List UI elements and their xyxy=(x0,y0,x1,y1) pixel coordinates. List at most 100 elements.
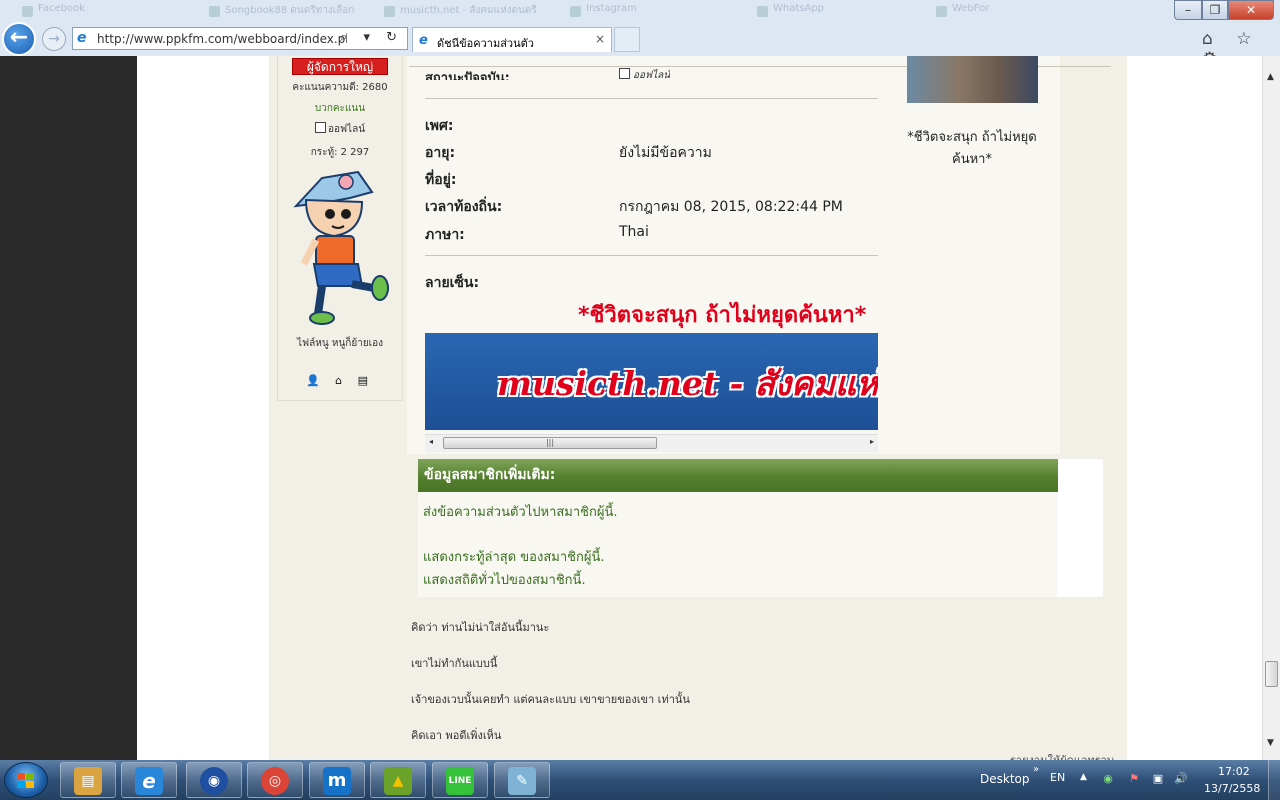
additional-info-header: ข้อมูลสมาชิกเพิ่มเติม: xyxy=(418,459,1058,492)
chrome-icon: ◎ xyxy=(261,767,289,795)
taskbar-notepad[interactable]: ✎ xyxy=(494,762,550,798)
taskbar-file-explorer[interactable]: ▤ xyxy=(60,762,116,798)
field-label-local-time: เวลาท้องถิ่น: xyxy=(425,199,503,215)
scroll-up-arrow-icon[interactable]: ▲ xyxy=(1267,72,1274,82)
start-button[interactable] xyxy=(4,762,48,798)
taskbar-line[interactable]: LINE xyxy=(432,762,488,798)
minimize-button[interactable]: – xyxy=(1174,0,1202,20)
scroll-left-arrow-icon[interactable]: ◂ xyxy=(429,437,433,446)
post-count: กระทู้: 2 297 xyxy=(310,147,370,158)
user-blurb: ไฟล์หนู หนูก็ย้ายเอง xyxy=(297,338,383,349)
browser-chrome: Facebook Songbook88 ดนตรีทางเลือก musict… xyxy=(0,0,1280,69)
tab-active[interactable]: e ดัชนีข้อความส่วนตัว × xyxy=(412,27,612,52)
taskbar-firefox[interactable]: ◉ xyxy=(186,762,242,798)
clock-date[interactable]: 13/7/2558 xyxy=(1204,782,1260,795)
field-value-language: Thai xyxy=(619,224,649,240)
background-tab-strip: Facebook Songbook88 ดนตรีทางเลือก musict… xyxy=(0,0,1170,22)
user-sidebar: ผู้จัดการใหญ่ คะแนนความดี: 2680 บวกคะแนน… xyxy=(277,56,403,401)
role-badge: ผู้จัดการใหญ่ xyxy=(292,58,388,75)
clock-time[interactable]: 17:02 xyxy=(1218,765,1250,778)
report-link[interactable]: รายงานให้ผู้ดูแลทราบ xyxy=(1010,751,1114,760)
maximize-button[interactable]: ❐ xyxy=(1202,0,1228,20)
profile-photo xyxy=(907,56,1038,103)
taskbar-internet-explorer[interactable]: e xyxy=(121,762,177,798)
background-tab[interactable]: musicth.net - สังคมแห่งดนตรี xyxy=(380,3,560,20)
post-text-line: เขาไม่ทำกันแบบนี้ xyxy=(411,657,498,670)
ie-icon: e xyxy=(135,767,163,795)
tab-favicon xyxy=(22,6,33,17)
show-desktop-button[interactable] xyxy=(1268,760,1280,800)
send-pm-link[interactable]: ส่งข้อความส่วนตัวไปหาสมาชิกผู้นี้. xyxy=(423,501,618,522)
additional-info-gutter xyxy=(1058,459,1103,597)
network-icon[interactable]: ▣ xyxy=(1151,772,1165,786)
signature-horizontal-scrollbar[interactable]: ◂ ||| ▸ xyxy=(425,434,878,452)
close-tab-icon[interactable]: × xyxy=(595,32,605,46)
profile-home-pm-icons[interactable]: 👤 ⌂ ▤ xyxy=(278,374,402,387)
user-stats-link[interactable]: แสดงสถิติทั่วไปของสมาชิกนี้. xyxy=(423,569,586,590)
field-value-age: ยังไม่มีข้อความ xyxy=(619,145,712,161)
divider xyxy=(425,98,878,99)
post-text-line: เจ้าของเวบนั้นเคยทำ แต่คนละแบบ เขาขายของ… xyxy=(411,693,690,706)
field-label-language: ภาษา: xyxy=(425,227,465,243)
scroll-thumb[interactable] xyxy=(1265,661,1278,687)
field-label-gender: เพศ: xyxy=(425,118,454,134)
address-bar[interactable]: e http://www.ppkfm.com/webboard/index.ph… xyxy=(72,27,408,50)
background-tab[interactable]: Facebook xyxy=(18,3,188,20)
back-button[interactable]: ← xyxy=(2,22,36,56)
tab-favicon xyxy=(209,6,220,17)
taskbar-chrome[interactable]: ◎ xyxy=(247,762,303,798)
field-label-location: ที่อยู่: xyxy=(425,172,457,188)
folder-icon: ▤ xyxy=(74,767,102,795)
personal-text: *ชีวิตจะสนุก ถ้าไม่หยุดค้นหา* xyxy=(907,130,1037,167)
close-window-button[interactable]: ✕ xyxy=(1228,0,1274,20)
latest-posts-link[interactable]: แสดงกระทู้ล่าสุด ของสมาชิกผู้นี้. xyxy=(423,546,604,567)
status-checkbox-icon xyxy=(619,68,630,79)
scroll-right-arrow-icon[interactable]: ▸ xyxy=(870,437,874,446)
post-text-line: คิดเอา พอดีเพิ่งเห็น xyxy=(411,729,502,742)
ie-page-icon: e xyxy=(77,30,87,46)
tab-favicon xyxy=(570,6,581,17)
signature-label: ลายเซ็น: xyxy=(425,275,480,291)
karma-text: คะแนนความดี: 2680 xyxy=(292,82,388,93)
desktop-toolbar-label[interactable]: Desktop xyxy=(980,772,1030,786)
toolbar-chevron-icon[interactable]: » xyxy=(1033,764,1039,775)
tray-app-icon[interactable]: ◉ xyxy=(1101,772,1115,786)
online-status: ออฟไลน์ xyxy=(278,122,402,137)
tab-title: ดัชนีข้อความส่วนตัว xyxy=(437,37,534,50)
page-vertical-scrollbar[interactable]: ▲ ▼ xyxy=(1262,56,1280,760)
background-tab[interactable]: Songbook88 ดนตรีทางเลือก xyxy=(205,3,375,20)
web-page: ผู้จัดการใหญ่ คะแนนความดี: 2680 บวกคะแนน… xyxy=(0,56,1262,760)
background-tab[interactable]: WebFor xyxy=(932,3,1102,20)
notepad-icon: ✎ xyxy=(508,767,536,795)
scroll-thumb[interactable]: ||| xyxy=(443,437,657,449)
background-tab[interactable]: Instagram xyxy=(566,3,736,20)
post-text-line: คิดว่า ท่านไม่น่าใส่อันนี้มานะ xyxy=(411,621,550,634)
volume-icon[interactable]: 🔊 xyxy=(1174,772,1188,786)
background-tab[interactable]: WhatsApp xyxy=(753,3,923,20)
firefox-icon: ◉ xyxy=(200,767,228,795)
new-tab-button[interactable] xyxy=(614,27,640,52)
field-label-age: อายุ: xyxy=(425,145,456,161)
forward-button[interactable]: → xyxy=(42,27,66,51)
tab-favicon xyxy=(757,6,768,17)
navigator-icon: ▲ xyxy=(384,767,412,795)
show-hidden-icons-icon[interactable]: ▲ xyxy=(1080,772,1087,782)
scroll-down-arrow-icon[interactable]: ▼ xyxy=(1267,738,1274,748)
taskbar-navigator[interactable]: ▲ xyxy=(370,762,426,798)
line-icon: LINE xyxy=(446,767,474,795)
applaud-link[interactable]: บวกคะแนน xyxy=(278,101,402,116)
windows-logo-icon xyxy=(17,773,35,789)
tab-favicon: e xyxy=(419,33,428,48)
signature-text: *ชีวิตจะสนุก ถ้าไม่หยุดค้นหา* xyxy=(578,303,867,328)
taskbar-maxthon[interactable]: m xyxy=(309,762,365,798)
language-indicator[interactable]: EN xyxy=(1050,771,1065,784)
field-value-local-time: กรกฎาคม 08, 2015, 08:22:44 PM xyxy=(619,199,843,215)
address-tools-icon[interactable]: ⌕ ▾ ↻ xyxy=(340,30,403,45)
banner-text: musicth.net - สังคมแห่งดนตรี xyxy=(497,364,878,403)
action-center-icon[interactable]: ⚑ xyxy=(1127,772,1141,786)
avatar xyxy=(293,170,389,325)
signature-banner-image: musicth.net - สังคมแห่งดนตรี xyxy=(425,333,878,430)
url-text[interactable]: http://www.ppkfm.com/webboard/index.php?… xyxy=(97,32,347,46)
windows-taskbar: ▤ e ◉ ◎ m ▲ LINE ✎ Desktop » EN ▲ ◉ ⚑ ▣ … xyxy=(0,760,1280,800)
divider xyxy=(425,255,878,256)
